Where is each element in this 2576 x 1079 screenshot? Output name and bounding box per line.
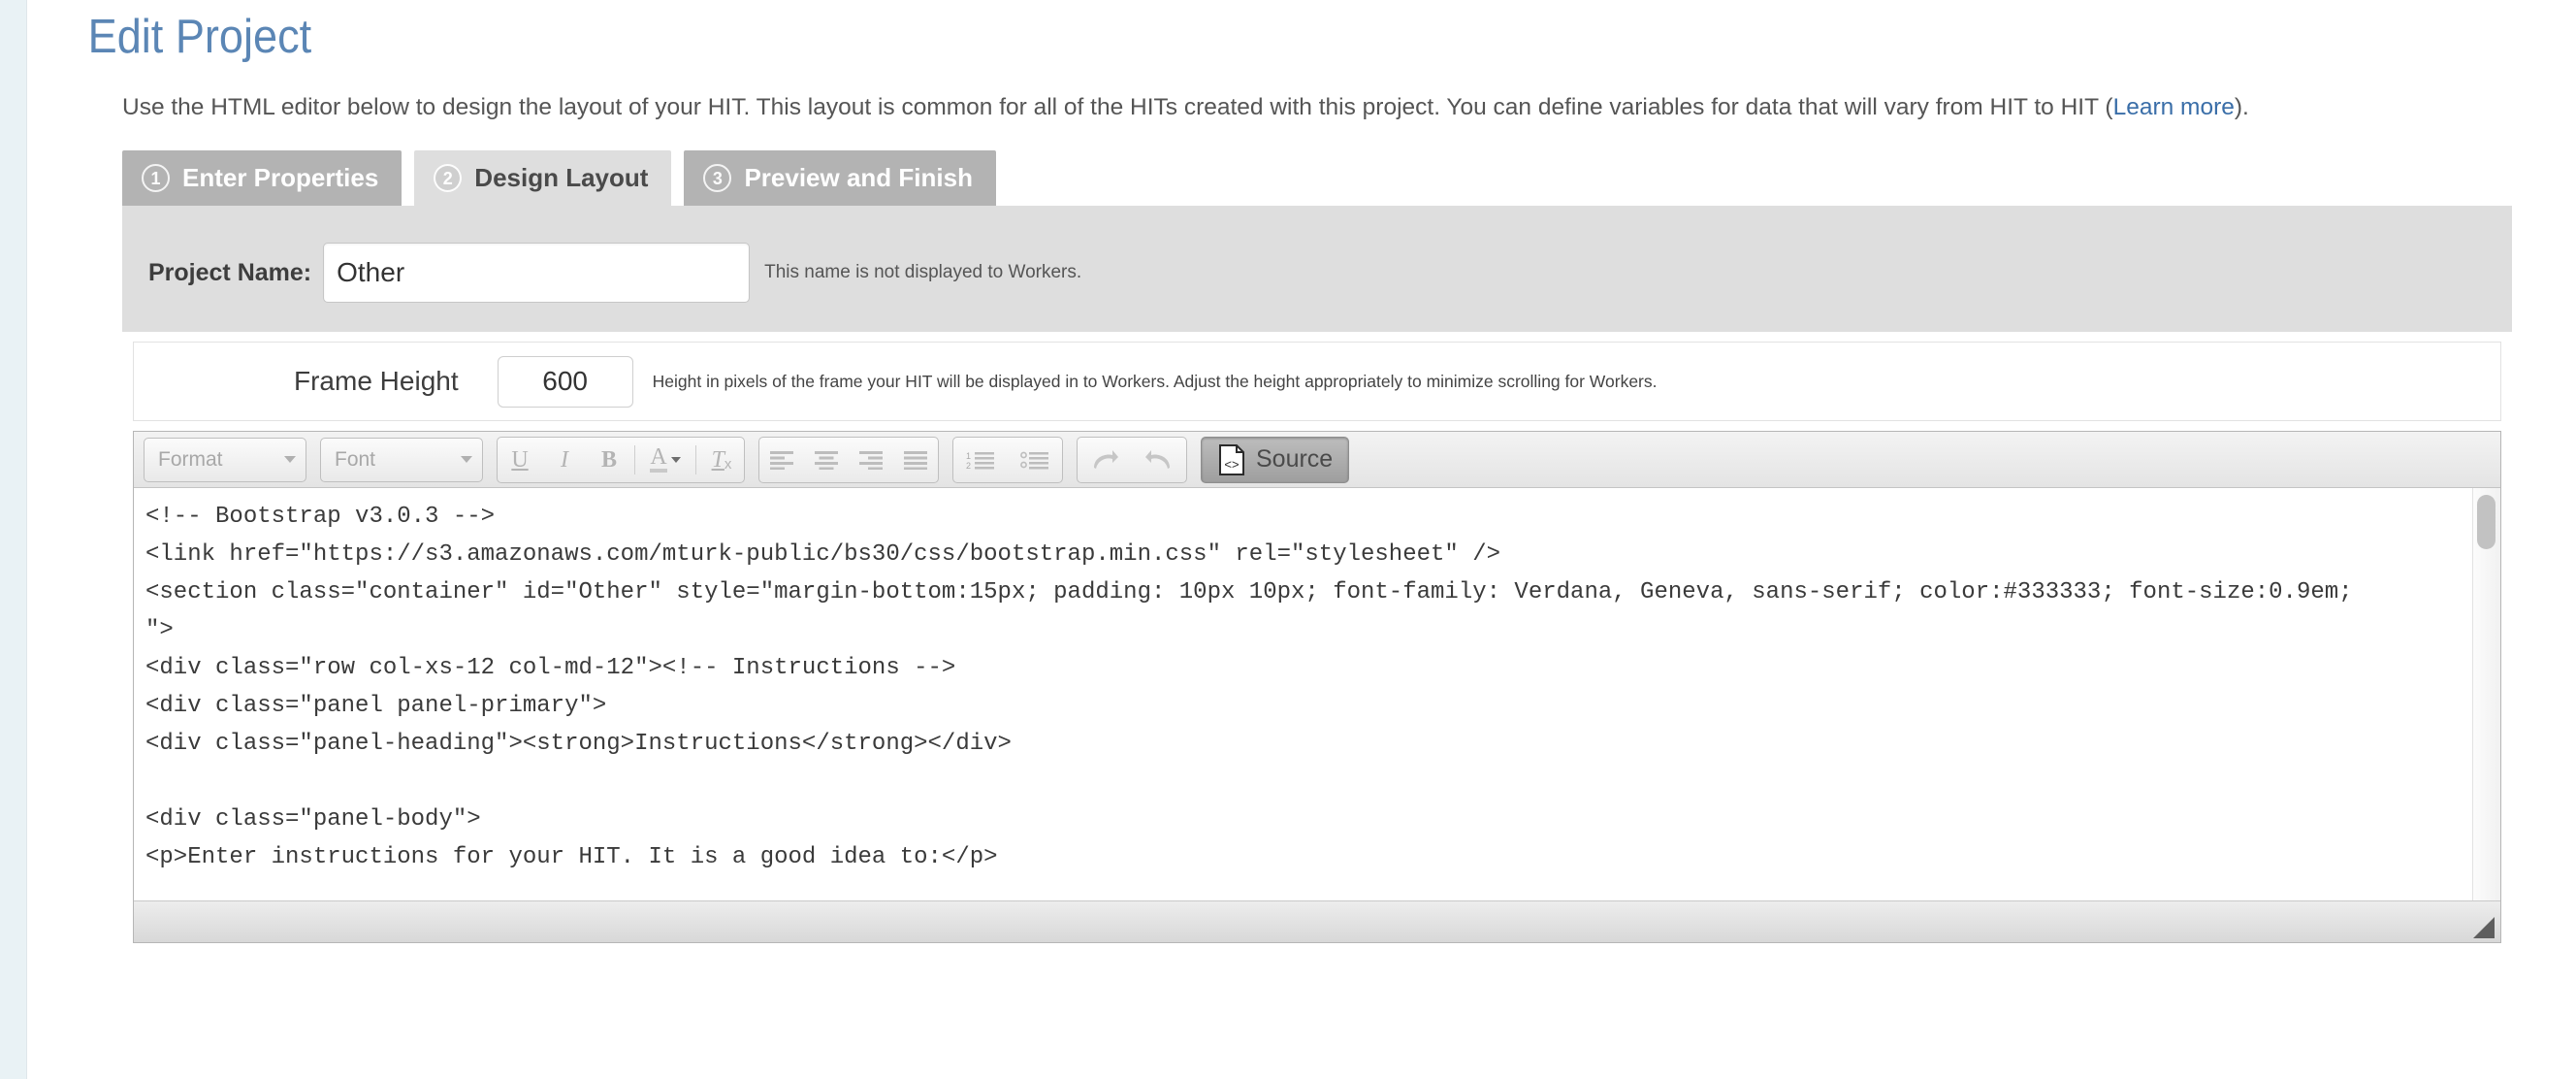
page-content: Edit Project Use the HTML editor below t… [28,0,2576,1079]
source-code-textarea[interactable]: <!-- Bootstrap v3.0.3 --> <link href="ht… [134,488,2472,901]
left-gutter [0,0,27,1079]
source-code-icon: <> [1217,443,1246,475]
italic-icon[interactable]: I [542,439,587,481]
tab-enter-properties[interactable]: 1 Enter Properties [122,150,402,207]
redo-icon[interactable] [1078,439,1132,481]
tab-number-1: 1 [142,164,170,193]
project-name-label: Project Name: [148,258,312,286]
frame-height-panel: Frame Height Height in pixels of the fra… [133,342,2501,422]
toolbar-separator [695,444,696,474]
tab-design-layout[interactable]: 2 Design Layout [414,150,672,207]
tab-number-3: 3 [703,164,732,193]
page-description-text: Use the HTML editor below to design the … [122,94,2113,120]
tab-label-enter-properties: Enter Properties [182,163,379,193]
tab-number-2: 2 [434,164,463,193]
page-title: Edit Project [87,11,312,63]
numbered-list-icon[interactable]: 12 [953,439,1008,481]
toolbar-separator [634,444,635,474]
align-center-icon[interactable] [804,439,849,481]
source-button[interactable]: <> Source [1201,436,1350,483]
align-left-icon[interactable] [759,439,804,481]
text-color-icon[interactable]: A [638,439,692,481]
format-dropdown-label: Format [158,447,223,471]
project-name-help: This name is not displayed to Workers. [764,262,1082,283]
edit-project-page: Edit Project Use the HTML editor below t… [0,0,2576,1079]
learn-more-link[interactable]: Learn more [2113,94,2235,120]
resize-grip-icon[interactable] [2473,917,2495,939]
chevron-down-icon [461,456,472,464]
html-editor: Format Font U I B A T x 1 2 <> Source <!… [133,431,2501,944]
tab-preview-and-finish[interactable]: 3 Preview and Finish [684,150,996,207]
page-description-tail: ). [2234,94,2249,120]
page-description: Use the HTML editor below to design the … [28,61,2532,125]
frame-height-label: Frame Height [294,366,459,397]
wizard-tabs: 1 Enter Properties 2 Design Layout 3 Pre… [28,150,2576,207]
remove-format-icon[interactable]: T x [699,439,744,481]
font-dropdown[interactable]: Font [320,437,483,482]
bold-icon[interactable]: B [587,439,631,481]
align-right-icon[interactable] [849,439,893,481]
frame-height-help: Height in pixels of the frame your HIT w… [652,371,1658,391]
list-group: 12 [952,436,1063,483]
source-code-area: <!-- Bootstrap v3.0.3 --> <link href="ht… [134,488,2500,901]
svg-text:1: 1 [966,451,971,461]
svg-text:<>: <> [1224,457,1239,472]
alignment-group [758,436,939,483]
svg-text:2: 2 [966,461,971,470]
chevron-down-icon [284,456,296,464]
editor-vertical-scrollbar[interactable] [2472,488,2500,901]
source-button-label: Source [1256,445,1334,474]
editor-vertical-scrollbar-thumb[interactable] [2477,495,2496,550]
font-dropdown-label: Font [335,447,376,471]
properties-panel: Project Name: This name is not displayed… [122,206,2512,333]
underline-icon[interactable]: U [498,439,542,481]
editor-footer [134,900,2500,943]
project-name-row: Project Name: This name is not displayed… [122,229,2512,304]
text-style-group: U I B A T x [497,436,745,483]
tab-label-preview-and-finish: Preview and Finish [744,163,973,193]
tab-label-design-layout: Design Layout [474,163,649,193]
undo-icon[interactable] [1132,439,1186,481]
history-group [1077,436,1187,483]
project-name-input[interactable] [323,243,751,304]
bulleted-list-icon[interactable] [1008,439,1062,481]
frame-height-input[interactable] [497,355,633,408]
align-justify-icon[interactable] [893,439,938,481]
format-dropdown[interactable]: Format [144,437,306,482]
editor-toolbar: Format Font U I B A T x 1 2 <> Source [134,432,2500,489]
